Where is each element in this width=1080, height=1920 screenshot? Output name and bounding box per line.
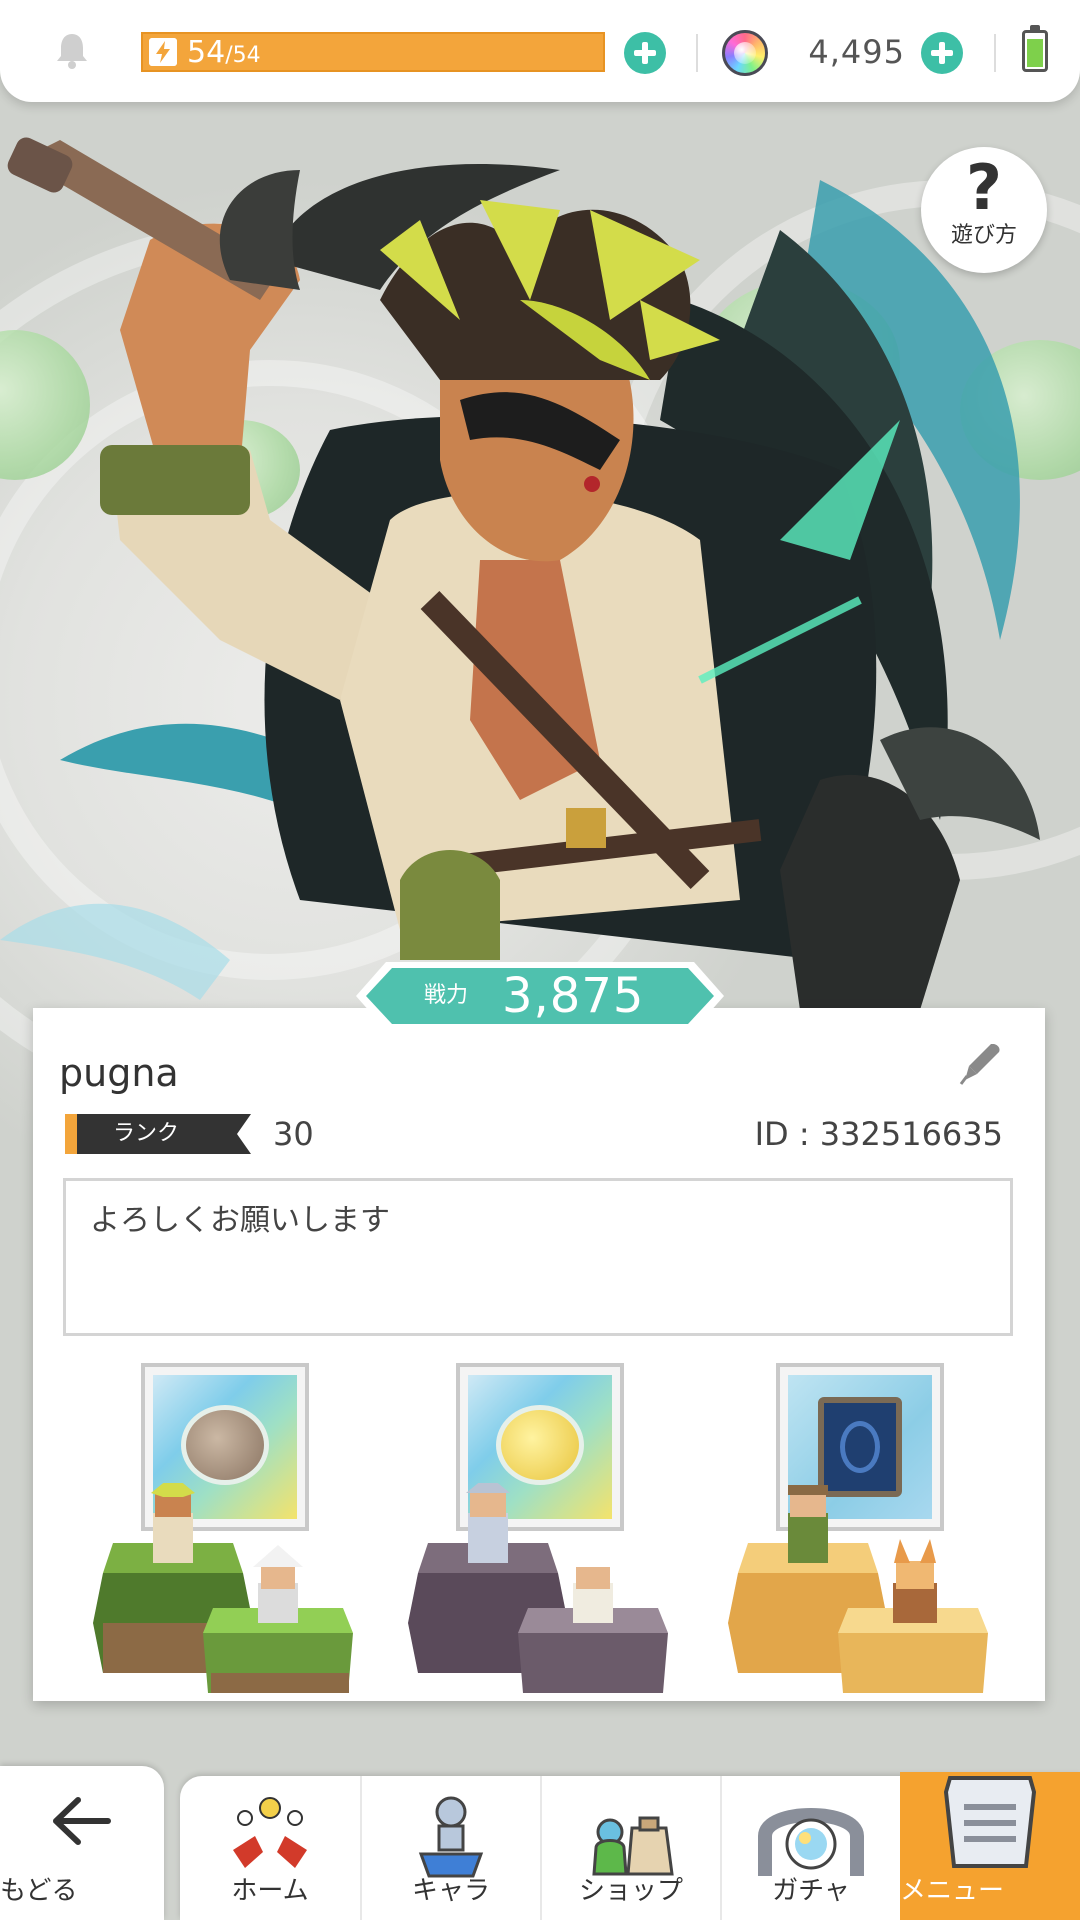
profile-comment: よろしくお願いします [90,1203,390,1238]
gacha-portal-icon [758,1808,864,1876]
stamina-max: 54 [232,43,261,68]
tab-home[interactable]: ホーム [180,1776,360,1920]
add-stamina-button[interactable] [624,32,666,74]
stone-pedestal-pair [408,1483,668,1693]
back-button[interactable]: もどる [0,1766,164,1920]
hay-pedestal-pair [728,1485,988,1693]
profile-card: pugna ランク 30 ID : 332516635 よろしくお願いします [33,1008,1045,1701]
battery-icon [1022,25,1048,72]
chibi-priest-white [568,1545,618,1623]
shop-bags-icon [592,1816,674,1876]
profile-comment-box[interactable]: よろしくお願いします [63,1178,1013,1336]
menu-list-icon [943,1776,1037,1868]
how-to-play-button[interactable]: ? 遊び方 [921,147,1047,273]
stamina-text: 54/54 [187,34,261,70]
stamina-separator: / [225,43,233,68]
party-slot-3[interactable] [728,1363,1028,1703]
menu-button[interactable]: メニュー [900,1772,1080,1920]
back-label: もどる [0,1876,78,1906]
lightning-icon [149,38,177,66]
bell-icon[interactable] [52,30,92,70]
stamina-bar: 54/54 [141,32,605,72]
tab-shop-label: ショップ [578,1876,683,1906]
bottom-navigation: もどる ホーム キャラ ショップ ガチャ メニュー [0,1766,1080,1920]
party-slot-1[interactable] [93,1363,393,1703]
power-value: 3,875 [502,968,645,1024]
player-name: pugna [59,1051,179,1095]
chibi-elder-white [253,1545,303,1623]
edit-pen-icon[interactable] [957,1040,1003,1086]
rank-label: ランク [113,1121,180,1146]
rainbow-gem-icon [722,30,768,76]
arrow-left-icon [53,1797,111,1845]
character-icon [418,1796,484,1878]
tab-gacha[interactable]: ガチャ [720,1776,900,1920]
rank-value: 30 [273,1115,314,1153]
chibi-beastkin-orange [893,1539,937,1623]
gem-count: 4,495 [808,33,905,71]
status-divider [994,34,996,72]
tab-shop[interactable]: ショップ [540,1776,720,1920]
tab-home-label: ホーム [231,1876,309,1906]
chibi-villager-green [788,1485,828,1563]
party-slot-2[interactable] [408,1363,708,1703]
tab-gacha-label: ガチャ [772,1876,850,1906]
question-mark-icon: ? [966,151,1002,224]
power-label: 戦力 [424,983,469,1008]
top-status-bar: 54/54 4,495 [0,0,1080,102]
player-id: ID : 332516635 [754,1115,1003,1153]
tab-characters[interactable]: キャラ [360,1776,540,1920]
add-gems-button[interactable] [921,32,963,74]
status-divider [696,34,698,72]
grass-pedestal-pair [93,1483,353,1693]
tab-characters-label: キャラ [411,1876,490,1906]
chibi-knight-silver [466,1483,510,1563]
chibi-hero-green [151,1483,195,1563]
stamina-current: 54 [187,35,226,70]
power-badge: 戦力 3,875 [352,958,728,1034]
home-icon [233,1797,307,1868]
how-to-play-label: 遊び方 [950,223,1017,248]
menu-label: メニュー [900,1876,1005,1906]
